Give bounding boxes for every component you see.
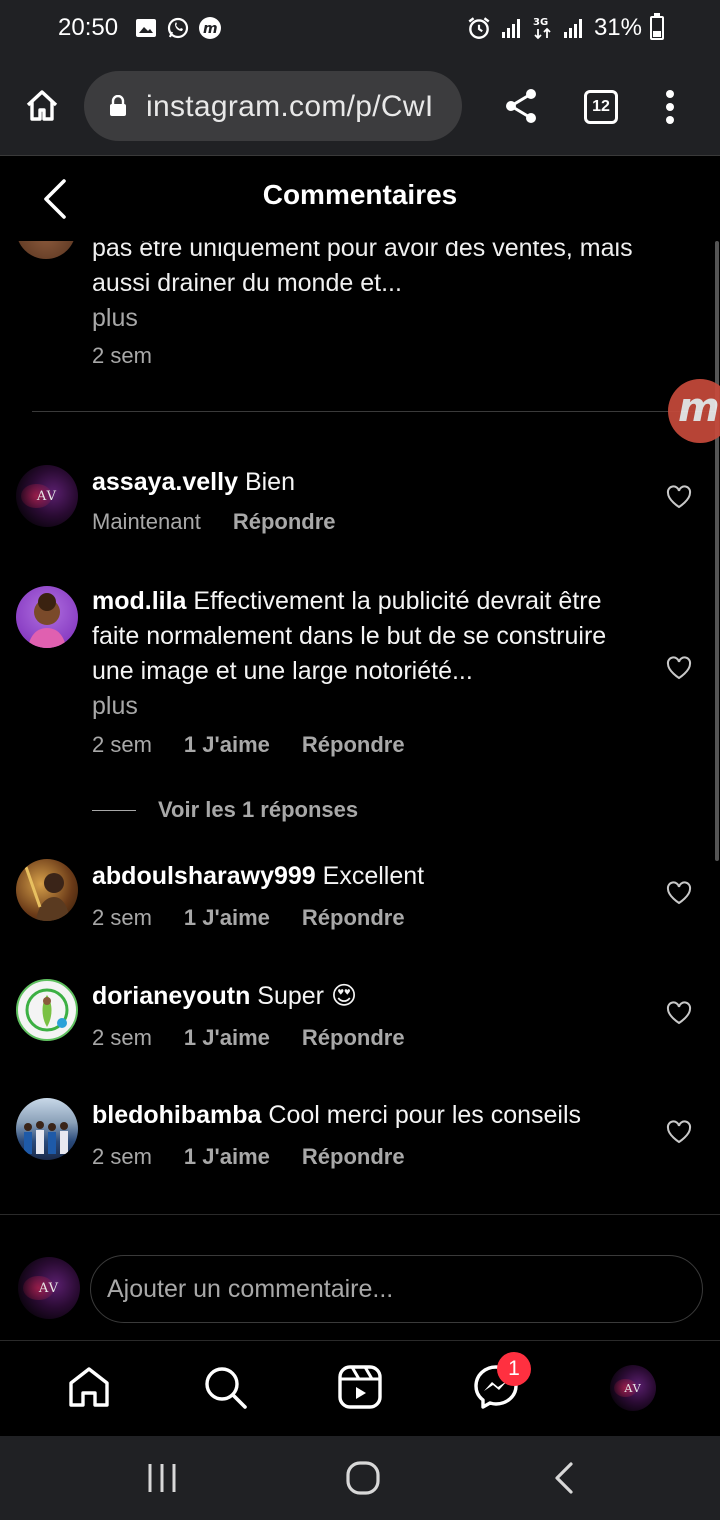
likes-count[interactable]: 1 J'aime xyxy=(184,905,270,931)
comment-text: abdoulsharawy999 Excellent xyxy=(92,859,652,894)
comment-meta: Maintenant Répondre xyxy=(92,509,336,535)
comment-body: pas être uniquement pour avoir des vente… xyxy=(92,241,633,297)
comment-meta: 2 sem 1 J'aime Répondre xyxy=(92,905,405,931)
bottom-navigation: AV xyxy=(0,1340,720,1436)
battery-percent: 31% xyxy=(593,14,642,41)
gallery-icon xyxy=(136,19,156,37)
divider xyxy=(32,411,720,412)
address-bar[interactable]: instagram.com/p/CwI xyxy=(84,71,462,141)
signal-icon xyxy=(501,19,520,38)
status-right: 3G 31% xyxy=(466,13,664,42)
comment-body: Bien xyxy=(244,468,295,496)
comment-time: 2 sem xyxy=(92,732,152,757)
comment-username[interactable]: mod.lila xyxy=(92,587,186,615)
status-bar: 20:50 m 3G 31% xyxy=(0,0,720,58)
notification-badge: 1 xyxy=(497,1352,531,1386)
comment-time: 2 sem xyxy=(92,343,152,368)
comment-time: Maintenant xyxy=(92,509,201,534)
comment-text: mod.lila Effectivement la publicité devr… xyxy=(92,584,652,724)
reply-button[interactable]: Répondre xyxy=(302,732,405,758)
tab-switcher-button[interactable]: 12 xyxy=(584,90,618,124)
replies-line xyxy=(92,809,136,811)
reels-icon[interactable] xyxy=(336,1363,384,1411)
more-link[interactable]: plus xyxy=(92,304,138,332)
comment-username[interactable]: dorianeyoutn xyxy=(92,982,250,1010)
m-app-icon: m xyxy=(199,17,221,39)
reply-button[interactable]: Répondre xyxy=(302,1025,405,1051)
avatar[interactable] xyxy=(16,586,78,648)
reply-button[interactable]: Répondre xyxy=(302,905,405,931)
home-icon[interactable] xyxy=(22,86,62,126)
comment-username[interactable]: bledohibamba xyxy=(92,1101,261,1129)
avatar[interactable] xyxy=(16,241,76,259)
comment-text: dorianeyoutn Super 😍 xyxy=(92,979,652,1014)
whatsapp-icon xyxy=(167,17,189,39)
comments-list[interactable]: pas être uniquement pour avoir des vente… xyxy=(0,241,720,1213)
alarm-icon xyxy=(468,17,490,39)
like-heart-icon[interactable] xyxy=(666,656,692,680)
url-text: instagram.com/p/CwI xyxy=(146,90,434,123)
comment-text: assaya.velly Bien xyxy=(92,465,652,500)
home-icon[interactable] xyxy=(65,1363,113,1411)
view-replies-label: Voir les 1 réponses xyxy=(158,797,359,822)
likes-count[interactable]: 1 J'aime xyxy=(184,1025,270,1051)
comment-text: pas être uniquement pour avoir des vente… xyxy=(92,241,682,336)
comment-composer: AV xyxy=(0,1214,720,1340)
comment-time: 2 sem xyxy=(92,1144,152,1169)
comment-username[interactable]: abdoulsharawy999 xyxy=(92,862,316,890)
comment-meta: 2 sem 1 J'aime Répondre xyxy=(92,1025,405,1051)
system-navigation-bar xyxy=(0,1436,720,1520)
more-link[interactable]: plus xyxy=(92,692,138,720)
lock-icon xyxy=(110,95,126,116)
comment-input[interactable] xyxy=(90,1255,703,1323)
system-back-icon[interactable] xyxy=(545,1460,585,1496)
svg-text:m: m xyxy=(203,21,218,37)
reply-button[interactable]: Répondre xyxy=(233,509,336,535)
status-time: 20:50 xyxy=(58,14,119,41)
overflow-menu-icon[interactable] xyxy=(660,88,680,126)
like-heart-icon[interactable] xyxy=(666,1001,692,1025)
svg-text:3G: 3G xyxy=(533,17,548,28)
scrollbar[interactable] xyxy=(715,241,719,861)
likes-count[interactable]: 1 J'aime xyxy=(184,1144,270,1170)
notification-icons: m xyxy=(134,16,222,40)
comment-meta: 2 sem 1 J'aime Répondre xyxy=(92,1144,405,1170)
battery-icon xyxy=(650,13,664,40)
search-icon[interactable] xyxy=(201,1363,249,1411)
comment-meta: 2 sem 1 J'aime Répondre xyxy=(92,732,405,758)
comment-text: bledohibamba Cool merci pour les conseil… xyxy=(92,1098,652,1133)
likes-count[interactable]: 1 J'aime xyxy=(184,732,270,758)
comment-time: 2 sem xyxy=(92,1025,152,1050)
share-icon[interactable] xyxy=(502,86,540,126)
network-3g-icon: 3G xyxy=(533,17,551,40)
profile-avatar[interactable]: AV xyxy=(610,1365,656,1411)
like-heart-icon[interactable] xyxy=(666,881,692,905)
comments-header: Commentaires xyxy=(0,157,720,241)
avatar[interactable] xyxy=(16,859,78,921)
comment-body: Excellent xyxy=(322,862,425,890)
comment-meta: 2 sem xyxy=(92,343,152,369)
page-title: Commentaires xyxy=(262,179,458,210)
reply-button[interactable]: Répondre xyxy=(302,1144,405,1170)
recent-apps-icon[interactable] xyxy=(142,1460,182,1496)
browser-toolbar: instagram.com/p/CwI 12 xyxy=(0,58,720,156)
comment-username[interactable]: assaya.velly xyxy=(92,468,238,496)
view-replies-link[interactable]: Voir les 1 réponses xyxy=(92,797,358,823)
comment-body: Cool merci pour les conseils xyxy=(268,1101,582,1129)
comment-body: Super 😍 xyxy=(257,982,358,1010)
comment-time: 2 sem xyxy=(92,905,152,930)
avatar[interactable] xyxy=(16,1098,78,1160)
like-heart-icon[interactable] xyxy=(666,1120,692,1144)
avatar[interactable] xyxy=(16,979,78,1041)
like-heart-icon[interactable] xyxy=(666,485,692,509)
signal-icon-2 xyxy=(563,19,582,38)
avatar[interactable]: AV xyxy=(16,465,78,527)
avatar: AV xyxy=(18,1257,80,1319)
system-home-icon[interactable] xyxy=(343,1460,383,1496)
